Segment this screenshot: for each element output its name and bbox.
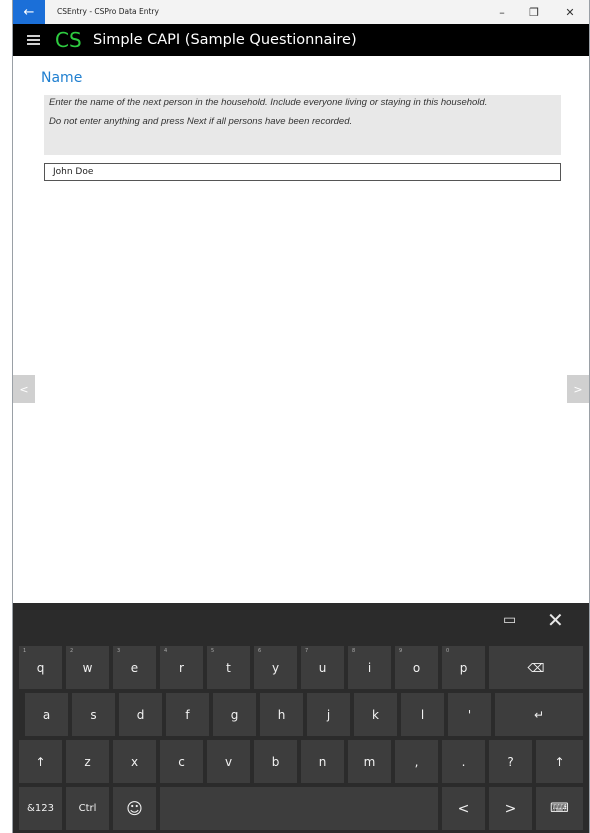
key-y[interactable]: 6y bbox=[254, 646, 297, 689]
key-q[interactable]: 1q bbox=[19, 646, 62, 689]
key-u[interactable]: 7u bbox=[301, 646, 344, 689]
key-t[interactable]: 5t bbox=[207, 646, 250, 689]
key-c[interactable]: c bbox=[160, 740, 203, 783]
key-f[interactable]: f bbox=[166, 693, 209, 736]
key-o[interactable]: 9o bbox=[395, 646, 438, 689]
key-b[interactable]: b bbox=[254, 740, 297, 783]
key-p[interactable]: 0p bbox=[442, 646, 485, 689]
cursor-left-key[interactable]: < bbox=[442, 787, 485, 830]
restore-icon[interactable]: ❐ bbox=[519, 0, 549, 24]
space-bar[interactable] bbox=[160, 787, 438, 830]
key-k[interactable]: k bbox=[354, 693, 397, 736]
key-i[interactable]: 8i bbox=[348, 646, 391, 689]
app-title: Simple CAPI (Sample Questionnaire) bbox=[93, 32, 357, 48]
key-e[interactable]: 3e bbox=[113, 646, 156, 689]
minimize-icon[interactable]: – bbox=[487, 0, 517, 24]
key-s[interactable]: s bbox=[72, 693, 115, 736]
key-j[interactable]: j bbox=[307, 693, 350, 736]
key-h[interactable]: h bbox=[260, 693, 303, 736]
key-comma[interactable]: , bbox=[395, 740, 438, 783]
close-icon[interactable]: ✕ bbox=[555, 0, 585, 24]
key-z[interactable]: z bbox=[66, 740, 109, 783]
key-l[interactable]: l bbox=[401, 693, 444, 736]
keyboard-settings-icon[interactable]: ⌨ bbox=[536, 787, 583, 830]
key-question[interactable]: ? bbox=[489, 740, 532, 783]
field-label: Name bbox=[41, 70, 83, 86]
key-a[interactable]: a bbox=[25, 693, 68, 736]
symbols-key[interactable]: &123 bbox=[19, 787, 62, 830]
ctrl-key[interactable]: Ctrl bbox=[66, 787, 109, 830]
question-text-box: Enter the name of the next person in the… bbox=[44, 95, 561, 155]
window-title: CSEntry - CSPro Data Entry bbox=[57, 7, 159, 16]
key-apostrophe[interactable]: ' bbox=[448, 693, 491, 736]
backspace-key[interactable]: ⌫ bbox=[489, 646, 583, 689]
emoji-icon[interactable]: ☺ bbox=[113, 787, 156, 830]
next-field-button[interactable]: > bbox=[567, 375, 589, 403]
app-window: ← CSEntry - CSPro Data Entry – ❐ ✕ CS Si… bbox=[12, 0, 590, 833]
question-text-line1: Enter the name of the next person in the… bbox=[49, 97, 488, 108]
keyboard-close-icon[interactable]: ✕ bbox=[547, 608, 564, 632]
title-bar: ← CSEntry - CSPro Data Entry – ❐ ✕ bbox=[13, 0, 589, 24]
shift-right-key[interactable]: ↑ bbox=[536, 740, 583, 783]
touch-keyboard: ▭ ✕ 1q 2w 3e 4r 5t 6y 7u 8i 9o 0p ⌫ a s … bbox=[13, 603, 589, 833]
key-v[interactable]: v bbox=[207, 740, 250, 783]
key-x[interactable]: x bbox=[113, 740, 156, 783]
cursor-right-key[interactable]: > bbox=[489, 787, 532, 830]
hamburger-menu-icon[interactable] bbox=[27, 35, 40, 45]
key-n[interactable]: n bbox=[301, 740, 344, 783]
question-text-line2: Do not enter anything and press Next if … bbox=[49, 116, 353, 127]
shift-left-key[interactable]: ↑ bbox=[19, 740, 62, 783]
keyboard-layout-icon[interactable]: ▭ bbox=[503, 612, 516, 628]
back-arrow-icon[interactable]: ← bbox=[13, 0, 45, 24]
name-input[interactable]: John Doe bbox=[44, 163, 561, 181]
key-d[interactable]: d bbox=[119, 693, 162, 736]
key-r[interactable]: 4r bbox=[160, 646, 203, 689]
key-m[interactable]: m bbox=[348, 740, 391, 783]
key-period[interactable]: . bbox=[442, 740, 485, 783]
key-w[interactable]: 2w bbox=[66, 646, 109, 689]
app-header: CS Simple CAPI (Sample Questionnaire) bbox=[13, 24, 589, 56]
key-g[interactable]: g bbox=[213, 693, 256, 736]
cspro-logo: CS bbox=[55, 28, 82, 52]
enter-key[interactable]: ↵ bbox=[495, 693, 583, 736]
previous-field-button[interactable]: < bbox=[13, 375, 35, 403]
